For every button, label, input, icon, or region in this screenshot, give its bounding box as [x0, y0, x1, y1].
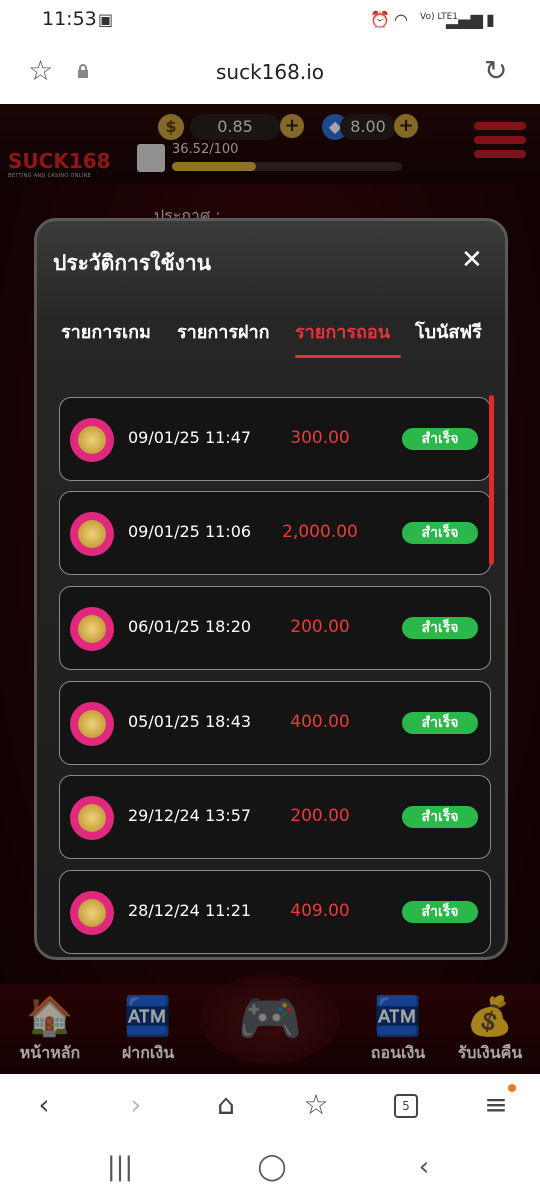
row-amount: 409.00	[290, 901, 350, 921]
status-badge: สำเร็จ	[402, 522, 478, 544]
row-datetime: 06/01/25 18:20	[128, 617, 252, 636]
home-circle-icon[interactable]: ◯	[252, 1152, 292, 1182]
row-datetime: 09/01/25 11:06	[128, 522, 252, 541]
tab-withdraw-history[interactable]: รายการถอน	[295, 317, 390, 346]
bank-emblem-icon	[70, 796, 114, 840]
list-item[interactable]: 29/12/24 13:57 200.00 สำเร็จ	[59, 775, 491, 859]
modal-title: ประวัติการใช้งาน	[53, 251, 212, 275]
bank-emblem-icon	[70, 891, 114, 935]
signal-icon: ▂▄▆	[446, 10, 483, 29]
list-item[interactable]: 28/12/24 11:21 409.00 สำเร็จ	[59, 870, 491, 954]
menu-lines-icon[interactable]: ≡	[476, 1088, 516, 1121]
bookmarks-star-icon[interactable]: ☆	[296, 1088, 336, 1121]
transaction-list[interactable]: 09/01/25 11:47 300.00 สำเร็จ 09/01/25 11…	[59, 397, 493, 957]
row-datetime: 05/01/25 18:43	[128, 712, 252, 731]
row-amount: 200.00	[290, 806, 350, 826]
status-badge: สำเร็จ	[402, 712, 478, 734]
reload-icon[interactable]: ↻	[484, 54, 507, 87]
battery-icon: ▮	[486, 10, 495, 29]
s-notification-icon: ▣	[98, 10, 114, 29]
system-nav-bar: ||| ◯ ‹	[0, 1138, 540, 1200]
list-item[interactable]: 09/01/25 11:06 2,000.00 สำเร็จ	[59, 491, 491, 575]
alarm-icon: ⏰	[370, 10, 390, 29]
status-badge: สำเร็จ	[402, 806, 478, 828]
tab-game-history[interactable]: รายการเกม	[61, 317, 151, 346]
address-bar: ☆ suck168.io ↻	[0, 40, 540, 104]
history-modal: ประวัติการใช้งาน ✕ รายการเกม รายการฝาก ร…	[34, 218, 508, 960]
tab-deposit-history[interactable]: รายการฝาก	[177, 317, 270, 346]
row-amount: 200.00	[290, 617, 350, 637]
wifi-icon: ◠	[394, 10, 408, 29]
list-scrollbar[interactable]	[489, 395, 494, 565]
active-tab-underline	[295, 355, 401, 358]
list-item[interactable]: 06/01/25 18:20 200.00 สำเร็จ	[59, 586, 491, 670]
tab-free-bonus[interactable]: โบนัสฟรี	[415, 317, 482, 346]
bank-emblem-icon	[70, 702, 114, 746]
tabs-icon[interactable]: 5	[394, 1094, 418, 1118]
row-amount: 400.00	[290, 712, 350, 732]
browser-toolbar: ‹ › ⌂ ☆ 5 ≡	[0, 1074, 540, 1138]
status-badge: สำเร็จ	[402, 617, 478, 639]
forward-icon[interactable]: ›	[116, 1088, 156, 1121]
status-badge: สำเร็จ	[402, 428, 478, 450]
row-amount: 2,000.00	[282, 522, 358, 542]
system-back-icon[interactable]: ‹	[404, 1152, 444, 1182]
row-datetime: 28/12/24 11:21	[128, 901, 252, 920]
history-tabs: รายการเกม รายการฝาก รายการถอน โบนัสฟรี	[37, 317, 505, 363]
notification-dot	[508, 1084, 516, 1092]
status-badge: สำเร็จ	[402, 901, 478, 923]
bank-emblem-icon	[70, 512, 114, 556]
clock: 11:53	[42, 8, 97, 30]
recent-apps-icon[interactable]: |||	[100, 1152, 140, 1182]
bank-emblem-icon	[70, 418, 114, 462]
bank-emblem-icon	[70, 607, 114, 651]
back-icon[interactable]: ‹	[24, 1088, 64, 1121]
close-icon[interactable]: ✕	[461, 245, 483, 275]
status-bar: 11:53 ▣ ⏰ ◠ Vo) LTE1 ▂▄▆ ▮	[0, 0, 540, 40]
row-amount: 300.00	[290, 428, 350, 448]
url-text[interactable]: suck168.io	[0, 60, 540, 84]
home-icon[interactable]: ⌂	[206, 1088, 246, 1121]
list-item[interactable]: 05/01/25 18:43 400.00 สำเร็จ	[59, 681, 491, 765]
row-datetime: 09/01/25 11:47	[128, 428, 252, 447]
row-datetime: 29/12/24 13:57	[128, 806, 252, 825]
list-item[interactable]: 09/01/25 11:47 300.00 สำเร็จ	[59, 397, 491, 481]
